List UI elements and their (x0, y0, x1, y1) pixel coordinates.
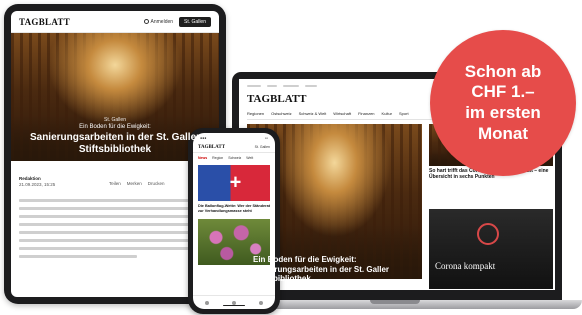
phone-flag-image[interactable] (198, 165, 270, 201)
phone-edition-button[interactable]: St. Gallen (255, 145, 270, 149)
tablet-header: TAGBLATT Anmelden St. Gallen (11, 11, 219, 33)
promo-line-2: CHF 1.– (471, 82, 535, 102)
corona-kompakt-title: Corona kompakt (435, 261, 496, 271)
nav-item-kultur[interactable]: Kultur (382, 111, 392, 116)
text-line (19, 231, 212, 234)
promo-line-1: Schon ab (464, 61, 542, 81)
breadcrumb-item[interactable] (283, 85, 299, 87)
promo-line-3: im ersten (465, 103, 541, 122)
text-line (19, 207, 208, 210)
tablet-login-button[interactable]: Anmelden (143, 18, 174, 25)
home-indicator (223, 304, 245, 306)
print-button[interactable]: Drucken (148, 181, 165, 186)
tablet-article-meta: Redaktion 21.09.2023, 15:25 (19, 176, 55, 189)
breadcrumb-item[interactable] (305, 85, 317, 87)
laptop-notch (370, 300, 420, 304)
text-line (19, 199, 215, 202)
laptop-logo[interactable]: TAGBLATT (247, 93, 307, 105)
phone-device: ●●● ▭ TAGBLATT St. Gallen News Region Sc… (188, 128, 280, 314)
tablet-edition-button[interactable]: St. Gallen (179, 16, 211, 27)
tablet-meta-date: 21.09.2023, 15:25 (19, 182, 56, 188)
tab-news[interactable]: News (198, 156, 207, 160)
laptop-breadcrumb (247, 85, 317, 87)
tab-region[interactable]: Region (212, 156, 223, 160)
tablet-hero-title[interactable]: Sanierungsarbeiten in der St. Galler Sti… (11, 132, 219, 155)
tablet-meta-author: Redaktion (19, 176, 41, 181)
tablet-logo[interactable]: TAGBLATT (19, 17, 70, 27)
tab-schweiz[interactable]: Schweiz (228, 156, 241, 160)
home-icon[interactable] (204, 300, 209, 305)
nav-item-ostschweiz[interactable]: Ostschweiz (271, 111, 291, 116)
phone-bottom-nav (193, 295, 275, 309)
tablet-article-body (19, 199, 215, 263)
tablet-share-bar: Teilen Merken Drucken (109, 181, 165, 186)
nav-item-sport[interactable]: Sport (399, 111, 409, 116)
breadcrumb-item[interactable] (267, 85, 277, 87)
phone-article-teaser[interactable]: Die Ballonflug-Wette: Wer der Ständerat … (193, 201, 275, 216)
bookmark-button[interactable]: Merken (127, 181, 142, 186)
text-line (19, 239, 215, 242)
text-line (19, 255, 137, 258)
corona-kompakt-teaser[interactable]: Corona kompakt (429, 209, 553, 289)
tab-welt[interactable]: Welt (246, 156, 253, 160)
bookmark-icon[interactable] (231, 300, 236, 305)
phone-article-text: Die Ballonflug-Wette: Wer der Ständerat … (198, 204, 270, 213)
promo-badge: Schon ab CHF 1.– im ersten Monat (430, 30, 576, 176)
text-line (19, 247, 204, 250)
laptop-hero-title[interactable]: Ein Boden für die Ewigkeit: Sanierungsar… (253, 255, 421, 284)
virus-icon (477, 223, 499, 245)
share-button[interactable]: Teilen (109, 181, 121, 186)
promo-line-4: Monat (477, 123, 529, 143)
text-line (19, 223, 200, 226)
tablet-hero-text: St. Gallen Ein Boden für die Ewigkeit: S… (11, 117, 219, 155)
tablet-login-label: Anmelden (150, 18, 174, 25)
tablet-hero-subtitle: Ein Boden für die Ewigkeit: (79, 124, 151, 130)
phone-article-title[interactable]: Die Ballonflug-Wette: Wer der Ständerat … (198, 204, 270, 213)
user-icon (143, 19, 149, 24)
nav-item-finanzen[interactable]: Finanzen (358, 111, 374, 116)
nav-item-schweiz-welt[interactable]: Schweiz & Welt (299, 111, 327, 116)
nav-item-regionen[interactable]: Regionen (247, 111, 264, 116)
tablet-hero-kicker: St. Gallen (104, 117, 126, 123)
nav-item-wirtschaft[interactable]: Wirtschaft (333, 111, 351, 116)
battery-icon: ▭ (264, 135, 268, 140)
breadcrumb-item[interactable] (247, 85, 261, 87)
menu-icon[interactable] (259, 300, 264, 305)
text-line (19, 215, 215, 218)
tablet-header-actions: Anmelden St. Gallen (143, 16, 211, 27)
